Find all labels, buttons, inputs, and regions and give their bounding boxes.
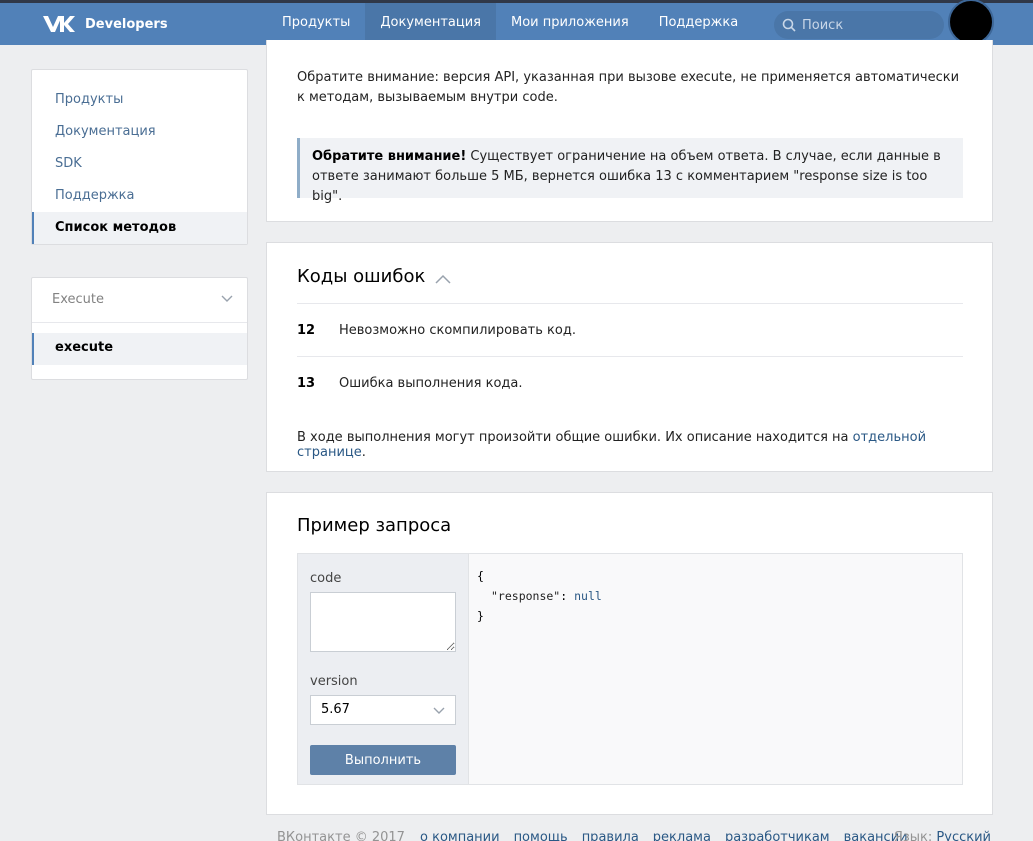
footer-links: о компании помощь правила реклама разраб… [420,830,908,841]
footer-link-rules[interactable]: правила [582,830,639,841]
nav-products[interactable]: Продукты [267,3,365,45]
json-open-brace: { [477,569,484,583]
search-icon [782,18,796,32]
search-box[interactable] [774,11,944,39]
page-footer: ВКонтакте © 2017 о компании помощь прави… [277,830,997,841]
error-codes-title-text: Коды ошибок [297,266,426,287]
footer-link-ads[interactable]: реклама [653,830,711,841]
avatar[interactable] [948,0,994,45]
json-line: "response": null [477,586,954,606]
chevron-down-icon [433,707,445,714]
chevron-down-icon [221,295,233,302]
errors-footnote-end: . [361,445,366,460]
example-panel: code version 5.67 Выполнить { "response"… [297,553,963,785]
main-nav: Продукты Документация Мои приложения Под… [267,3,753,45]
sidebar-item-documentation[interactable]: Документация [32,116,247,148]
footer-copyright: ВКонтакте © 2017 [277,830,405,841]
version-value: 5.67 [321,702,350,717]
section-toggle-execute[interactable]: Execute [32,278,247,323]
sidebar-item-sdk[interactable]: SDK [32,148,247,180]
chevron-up-icon [435,274,451,284]
footer-link-about[interactable]: о компании [420,830,500,841]
nav-my-apps[interactable]: Мои приложения [496,3,644,45]
errors-footnote-text: В ходе выполнения могут произойти общие … [297,430,853,445]
table-row: 13 Ошибка выполнения кода. [297,356,963,409]
sidebar-item-support[interactable]: Поддержка [32,180,247,212]
json-close-brace: } [477,609,484,623]
top-header: Developers Продукты Документация Мои при… [0,0,1033,45]
sidebar-item-method-list[interactable]: Список методов [32,212,247,244]
example-request-card: Пример запроса code version 5.67 Выполни… [266,492,993,815]
brand-name: Developers [85,16,168,32]
sidebar-item-products[interactable]: Продукты [32,84,247,116]
language-link[interactable]: Русский [936,830,991,841]
version-select[interactable]: 5.67 [310,695,456,725]
section-label: Execute [52,292,104,307]
code-input[interactable] [310,592,456,652]
alert-title: Обратите внимание! [312,149,467,164]
notes-card: Обратите внимание: версия API, указанная… [266,40,993,222]
size-limit-alert: Обратите внимание! Существует ограничени… [297,138,963,204]
language-label: Язык: [893,830,933,841]
error-code: 13 [297,375,316,391]
json-colon: : [560,589,575,603]
run-button[interactable]: Выполнить [310,745,456,775]
errors-footnote: В ходе выполнения могут произойти общие … [297,430,992,460]
nav-support[interactable]: Поддержка [644,3,754,45]
language-switch: Язык: Русский [894,830,991,841]
version-label: version [310,674,358,689]
table-row: 12 Невозможно скомпилировать код. [297,303,963,356]
error-codes-card: Коды ошибок 12 Невозможно скомпилировать… [266,242,993,472]
example-title: Пример запроса [297,515,452,536]
nav-documentation[interactable]: Документация [365,3,496,45]
version-note: Обратите внимание: версия API, указанная… [297,70,960,105]
sidebar-item-execute[interactable]: execute [32,333,247,365]
logo[interactable]: Developers [42,13,168,35]
response-output: { "response": null } [469,554,962,784]
request-form: code version 5.67 Выполнить [298,554,469,784]
footer-link-developers[interactable]: разработчикам [725,830,830,841]
code-label: code [310,571,342,586]
sidebar-nav: Продукты Документация SDK Поддержка Спис… [31,69,248,245]
vk-logo-icon [43,16,75,32]
method-section: Execute execute [31,277,248,380]
search-input[interactable] [802,17,932,33]
error-description: Ошибка выполнения кода. [339,375,523,391]
error-codes-title[interactable]: Коды ошибок [297,266,451,287]
json-value: null [574,589,602,603]
error-description: Невозможно скомпилировать код. [339,322,576,338]
footer-link-help[interactable]: помощь [514,830,568,841]
json-key: "response" [491,589,561,603]
error-code: 12 [297,322,316,338]
